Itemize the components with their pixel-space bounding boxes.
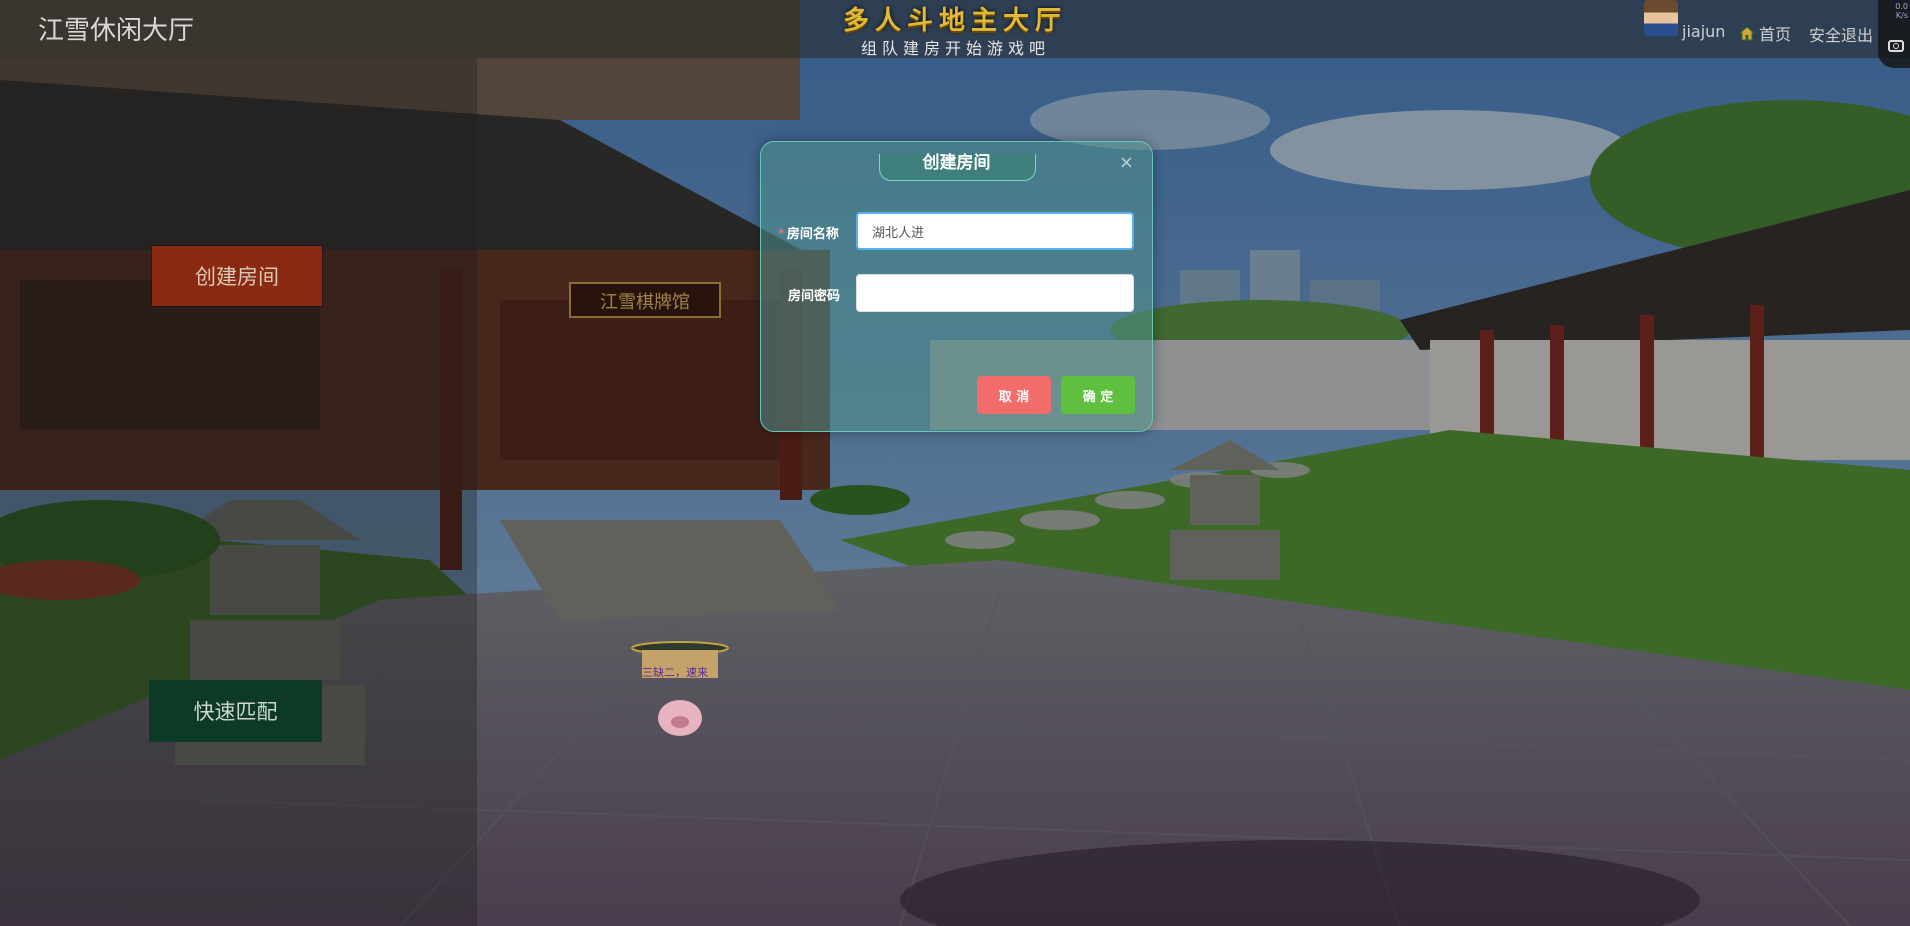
brand-title: 江雪休闲大厅 xyxy=(38,16,195,46)
room-name-label: * 房间名称 xyxy=(778,227,839,242)
network-widget: 0.0 K/s xyxy=(1878,0,1910,68)
confirm-button[interactable]: 确 定 xyxy=(1061,376,1135,414)
quick-match-button[interactable]: 快速匹配 xyxy=(149,680,322,742)
logout-link[interactable]: 安全退出 xyxy=(1809,22,1873,46)
speed-unit: K/s xyxy=(1895,11,1908,20)
create-room-dialog: 创建房间 × *房间名称 房间密码 取 消 确 定 xyxy=(760,141,1153,432)
hall-subtitle: 组队建房开始游戏吧 xyxy=(861,39,1051,58)
home-label: 首页 xyxy=(1759,25,1792,44)
dialog-title: 创建房间 xyxy=(922,153,991,173)
home-link[interactable]: 首页 xyxy=(1738,21,1792,45)
room-password-input[interactable] xyxy=(856,274,1134,312)
left-panel xyxy=(0,58,477,926)
room-password-label: 房间密码 xyxy=(788,289,841,304)
hall-title: 多人斗地主大厅 xyxy=(843,6,1068,36)
network-speed: 0.0 K/s xyxy=(1895,2,1908,20)
top-bar: 江雪休闲大厅 多人斗地主大厅 组队建房开始游戏吧 jiajun 首页 安全退出 xyxy=(0,0,1910,58)
required-mark: * xyxy=(778,227,785,242)
speed-value: 0.0 xyxy=(1895,2,1908,11)
camera-icon[interactable] xyxy=(1888,40,1904,52)
cancel-button[interactable]: 取 消 xyxy=(977,376,1051,414)
game-table[interactable] xyxy=(630,640,730,740)
username[interactable]: jiajun xyxy=(1682,22,1725,41)
close-icon[interactable]: × xyxy=(1119,152,1134,173)
room-name-input[interactable] xyxy=(856,212,1134,250)
avatar[interactable] xyxy=(1644,0,1678,36)
table-label: 三缺二，速来 xyxy=(642,666,708,679)
home-icon xyxy=(1738,25,1756,41)
create-room-button[interactable]: 创建房间 xyxy=(152,246,322,306)
